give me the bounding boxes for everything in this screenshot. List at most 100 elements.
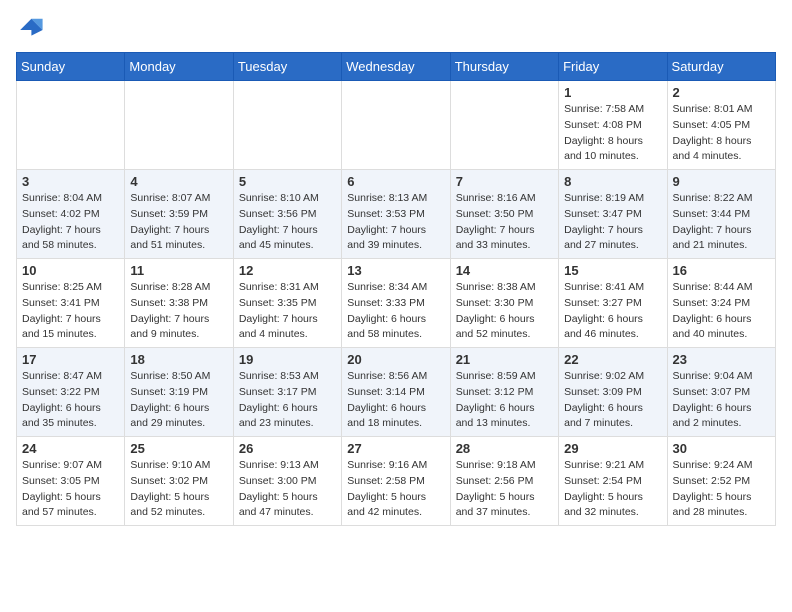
day-number: 14 bbox=[456, 263, 553, 278]
day-number: 3 bbox=[22, 174, 119, 189]
day-info: Sunrise: 8:07 AM Sunset: 3:59 PM Dayligh… bbox=[130, 191, 227, 254]
weekday-header: Saturday bbox=[667, 53, 775, 81]
calendar-cell: 14Sunrise: 8:38 AM Sunset: 3:30 PM Dayli… bbox=[450, 259, 558, 348]
calendar-cell bbox=[233, 81, 341, 170]
calendar-cell: 20Sunrise: 8:56 AM Sunset: 3:14 PM Dayli… bbox=[342, 348, 450, 437]
day-info: Sunrise: 8:04 AM Sunset: 4:02 PM Dayligh… bbox=[22, 191, 119, 254]
day-info: Sunrise: 8:16 AM Sunset: 3:50 PM Dayligh… bbox=[456, 191, 553, 254]
day-number: 11 bbox=[130, 263, 227, 278]
calendar-cell: 26 Sunrise: 9:13 AM Sunset: 3:00 PM Dayli… bbox=[233, 437, 341, 526]
day-info: Sunrise: 9:02 AM Sunset: 3:09 PM Dayligh… bbox=[564, 369, 661, 432]
day-info: Sunrise: 8:22 AM Sunset: 3:44 PM Dayligh… bbox=[673, 191, 770, 254]
day-info: Sunrise: 8:13 AM Sunset: 3:53 PM Dayligh… bbox=[347, 191, 444, 254]
day-info: Sunrise: 8:44 AM Sunset: 3:24 PM Dayligh… bbox=[673, 280, 770, 343]
day-number: 29 bbox=[564, 441, 661, 456]
day-info: Sunrise: 8:53 AM Sunset: 3:17 PM Dayligh… bbox=[239, 369, 336, 432]
day-info: Sunrise: 8:41 AM Sunset: 3:27 PM Dayligh… bbox=[564, 280, 661, 343]
day-number: 26 bbox=[239, 441, 336, 456]
day-number: 30 bbox=[673, 441, 770, 456]
calendar-cell bbox=[125, 81, 233, 170]
day-info: Sunrise: 8:19 AM Sunset: 3:47 PM Dayligh… bbox=[564, 191, 661, 254]
calendar-cell bbox=[17, 81, 125, 170]
day-number: 5 bbox=[239, 174, 336, 189]
day-number: 24 bbox=[22, 441, 119, 456]
calendar-cell: 1 Sunrise: 7:58 AM Sunset: 4:08 PM Daylig… bbox=[559, 81, 667, 170]
day-info: Sunrise: 8:01 AM Sunset: 4:05 PM Dayligh… bbox=[673, 102, 770, 165]
calendar-table: SundayMondayTuesdayWednesdayThursdayFrid… bbox=[16, 52, 776, 526]
day-number: 19 bbox=[239, 352, 336, 367]
day-info: Sunrise: 8:59 AM Sunset: 3:12 PM Dayligh… bbox=[456, 369, 553, 432]
logo-icon bbox=[16, 16, 44, 44]
day-info: Sunrise: 8:31 AM Sunset: 3:35 PM Dayligh… bbox=[239, 280, 336, 343]
day-info: Sunrise: 8:10 AM Sunset: 3:56 PM Dayligh… bbox=[239, 191, 336, 254]
calendar-cell: 25Sunrise: 9:10 AM Sunset: 3:02 PM Dayli… bbox=[125, 437, 233, 526]
day-info: Sunrise: 9:16 AM Sunset: 2:58 PM Dayligh… bbox=[347, 458, 444, 521]
header bbox=[16, 16, 776, 44]
calendar-week-row: 3 Sunrise: 8:04 AM Sunset: 4:02 PM Daylig… bbox=[17, 170, 776, 259]
day-info: Sunrise: 9:18 AM Sunset: 2:56 PM Dayligh… bbox=[456, 458, 553, 521]
calendar-cell: 18Sunrise: 8:50 AM Sunset: 3:19 PM Dayli… bbox=[125, 348, 233, 437]
day-info: Sunrise: 9:13 AM Sunset: 3:00 PM Dayligh… bbox=[239, 458, 336, 521]
day-number: 28 bbox=[456, 441, 553, 456]
calendar-cell: 11 Sunrise: 8:28 AM Sunset: 3:38 PM Dayli… bbox=[125, 259, 233, 348]
calendar-cell: 22 Sunrise: 9:02 AM Sunset: 3:09 PM Dayli… bbox=[559, 348, 667, 437]
calendar-cell: 7 Sunrise: 8:16 AM Sunset: 3:50 PM Daylig… bbox=[450, 170, 558, 259]
day-info: Sunrise: 7:58 AM Sunset: 4:08 PM Dayligh… bbox=[564, 102, 661, 165]
day-info: Sunrise: 8:25 AM Sunset: 3:41 PM Dayligh… bbox=[22, 280, 119, 343]
day-number: 2 bbox=[673, 85, 770, 100]
calendar-cell: 16 Sunrise: 8:44 AM Sunset: 3:24 PM Dayli… bbox=[667, 259, 775, 348]
day-info: Sunrise: 8:47 AM Sunset: 3:22 PM Dayligh… bbox=[22, 369, 119, 432]
day-info: Sunrise: 8:28 AM Sunset: 3:38 PM Dayligh… bbox=[130, 280, 227, 343]
calendar-cell: 12 Sunrise: 8:31 AM Sunset: 3:35 PM Dayli… bbox=[233, 259, 341, 348]
calendar-cell: 24 Sunrise: 9:07 AM Sunset: 3:05 PM Dayli… bbox=[17, 437, 125, 526]
calendar-cell: 28 Sunrise: 9:18 AM Sunset: 2:56 PM Dayli… bbox=[450, 437, 558, 526]
day-info: Sunrise: 9:04 AM Sunset: 3:07 PM Dayligh… bbox=[673, 369, 770, 432]
day-number: 9 bbox=[673, 174, 770, 189]
calendar-cell: 2 Sunrise: 8:01 AM Sunset: 4:05 PM Daylig… bbox=[667, 81, 775, 170]
day-number: 12 bbox=[239, 263, 336, 278]
day-info: Sunrise: 9:10 AM Sunset: 3:02 PM Dayligh… bbox=[130, 458, 227, 521]
day-number: 16 bbox=[673, 263, 770, 278]
day-number: 7 bbox=[456, 174, 553, 189]
weekday-header: Wednesday bbox=[342, 53, 450, 81]
calendar-cell bbox=[342, 81, 450, 170]
day-number: 22 bbox=[564, 352, 661, 367]
weekday-header: Tuesday bbox=[233, 53, 341, 81]
calendar-cell: 5 Sunrise: 8:10 AM Sunset: 3:56 PM Daylig… bbox=[233, 170, 341, 259]
calendar-cell: 29 Sunrise: 9:21 AM Sunset: 2:54 PM Dayli… bbox=[559, 437, 667, 526]
day-info: Sunrise: 9:21 AM Sunset: 2:54 PM Dayligh… bbox=[564, 458, 661, 521]
calendar-cell: 8 Sunrise: 8:19 AM Sunset: 3:47 PM Daylig… bbox=[559, 170, 667, 259]
calendar-cell: 9 Sunrise: 8:22 AM Sunset: 3:44 PM Daylig… bbox=[667, 170, 775, 259]
calendar-cell: 6 Sunrise: 8:13 AM Sunset: 3:53 PM Daylig… bbox=[342, 170, 450, 259]
calendar-cell: 30 Sunrise: 9:24 AM Sunset: 2:52 PM Dayli… bbox=[667, 437, 775, 526]
calendar-cell: 15 Sunrise: 8:41 AM Sunset: 3:27 PM Dayli… bbox=[559, 259, 667, 348]
weekday-header-row: SundayMondayTuesdayWednesdayThursdayFrid… bbox=[17, 53, 776, 81]
day-number: 6 bbox=[347, 174, 444, 189]
logo bbox=[16, 16, 48, 44]
calendar-week-row: 17 Sunrise: 8:47 AM Sunset: 3:22 PM Dayli… bbox=[17, 348, 776, 437]
weekday-header: Sunday bbox=[17, 53, 125, 81]
day-info: Sunrise: 8:56 AM Sunset: 3:14 PM Dayligh… bbox=[347, 369, 444, 432]
calendar-cell: 27 Sunrise: 9:16 AM Sunset: 2:58 PM Dayli… bbox=[342, 437, 450, 526]
calendar-week-row: 10Sunrise: 8:25 AM Sunset: 3:41 PM Dayli… bbox=[17, 259, 776, 348]
day-number: 27 bbox=[347, 441, 444, 456]
calendar-cell: 3 Sunrise: 8:04 AM Sunset: 4:02 PM Daylig… bbox=[17, 170, 125, 259]
day-number: 1 bbox=[564, 85, 661, 100]
calendar-cell: 23Sunrise: 9:04 AM Sunset: 3:07 PM Dayli… bbox=[667, 348, 775, 437]
calendar-cell: 10Sunrise: 8:25 AM Sunset: 3:41 PM Dayli… bbox=[17, 259, 125, 348]
day-number: 18 bbox=[130, 352, 227, 367]
calendar-cell bbox=[450, 81, 558, 170]
calendar-week-row: 1 Sunrise: 7:58 AM Sunset: 4:08 PM Daylig… bbox=[17, 81, 776, 170]
day-number: 15 bbox=[564, 263, 661, 278]
calendar-week-row: 24 Sunrise: 9:07 AM Sunset: 3:05 PM Dayli… bbox=[17, 437, 776, 526]
weekday-header: Thursday bbox=[450, 53, 558, 81]
calendar-cell: 21 Sunrise: 8:59 AM Sunset: 3:12 PM Dayli… bbox=[450, 348, 558, 437]
day-info: Sunrise: 8:34 AM Sunset: 3:33 PM Dayligh… bbox=[347, 280, 444, 343]
day-number: 4 bbox=[130, 174, 227, 189]
day-info: Sunrise: 9:24 AM Sunset: 2:52 PM Dayligh… bbox=[673, 458, 770, 521]
day-number: 17 bbox=[22, 352, 119, 367]
day-number: 21 bbox=[456, 352, 553, 367]
day-number: 8 bbox=[564, 174, 661, 189]
day-info: Sunrise: 9:07 AM Sunset: 3:05 PM Dayligh… bbox=[22, 458, 119, 521]
weekday-header: Monday bbox=[125, 53, 233, 81]
